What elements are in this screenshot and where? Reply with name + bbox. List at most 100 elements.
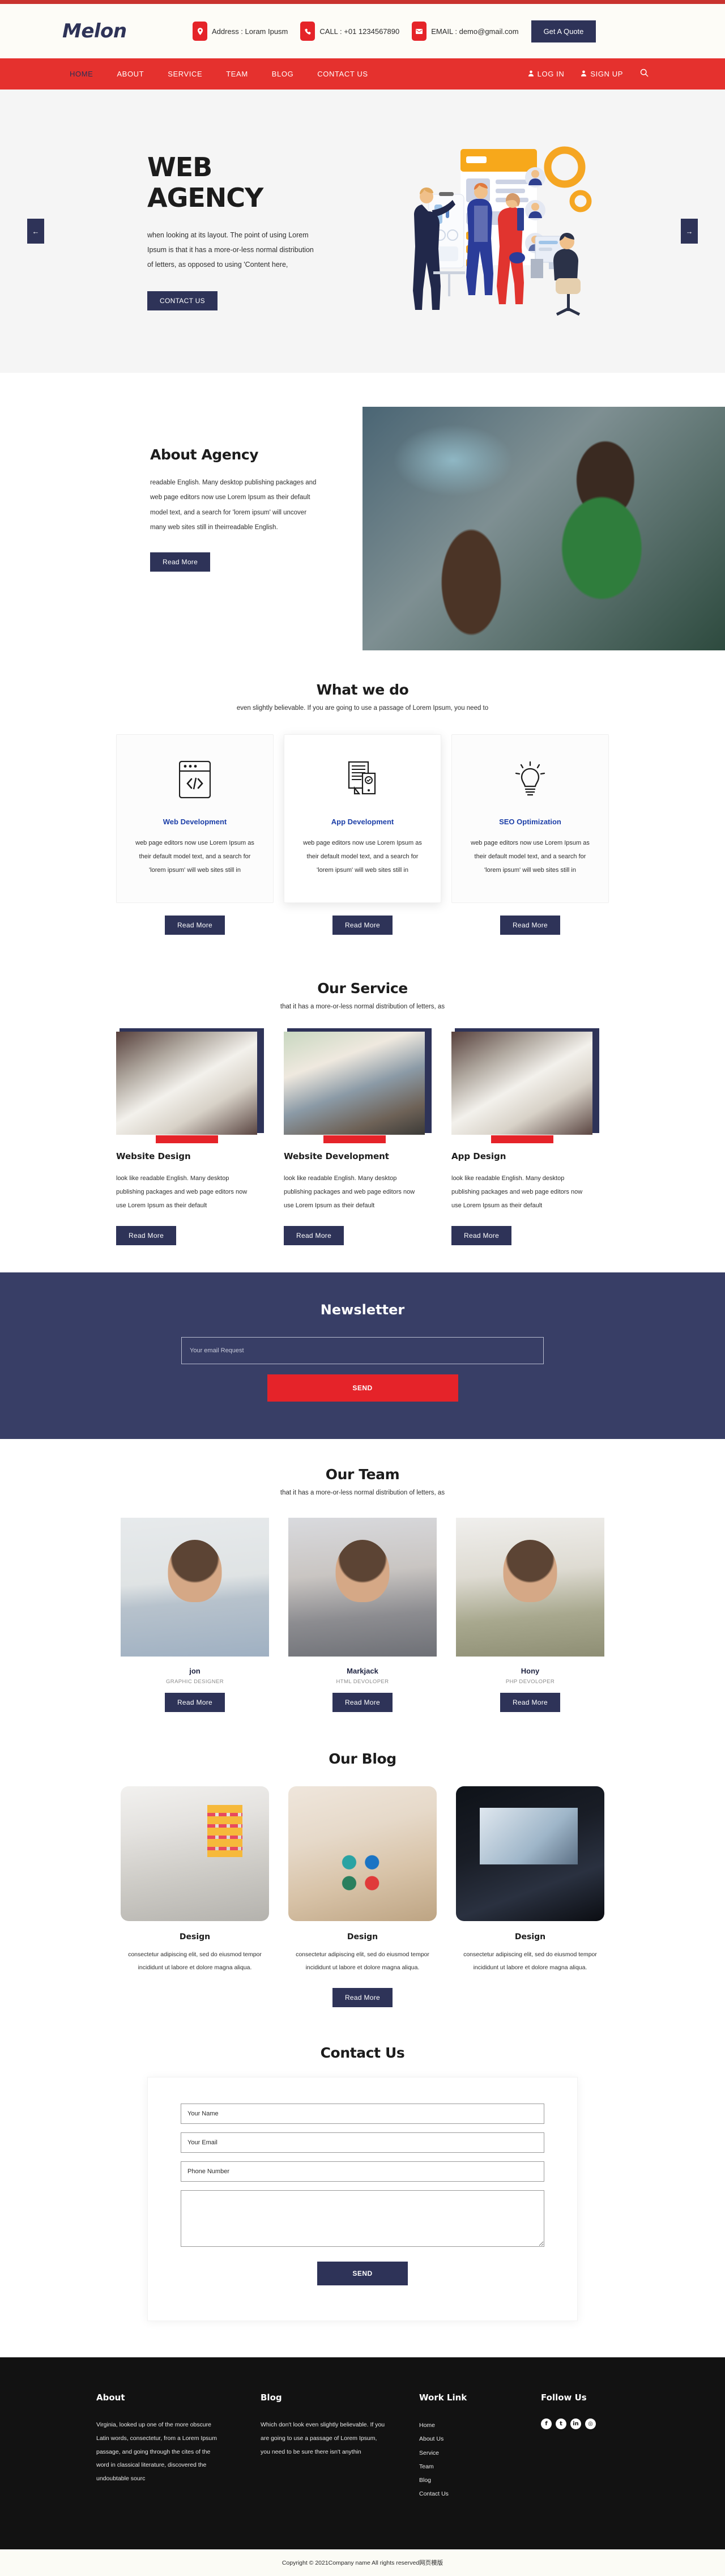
team-member-card[interactable]: Hony PHP DEVOLOPER	[451, 1518, 609, 1685]
team-member-card[interactable]: Markjack HTML DEVOLOPER	[284, 1518, 441, 1685]
blog-read-more-button[interactable]: Read More	[332, 1988, 393, 2008]
location-pin-icon	[193, 22, 207, 41]
team-read-more-button-3[interactable]: Read More	[500, 1693, 561, 1713]
footer-link-service[interactable]: Service	[419, 2446, 541, 2460]
service-item-website-development[interactable]: Website Development look like readable E…	[284, 1028, 441, 1246]
blog-post-image	[456, 1786, 604, 1922]
our-blog-section: Our Blog Design consectetur adipiscing e…	[0, 1731, 725, 2024]
service-card-web-development[interactable]: Web Development web page editors now use…	[116, 734, 274, 903]
service-card-description: web page editors now use Lorem Ipsum as …	[303, 840, 422, 874]
twitter-icon[interactable]: t	[556, 2419, 566, 2430]
service-card-seo-optimization[interactable]: SEO Optimization web page editors now us…	[451, 734, 609, 903]
nav-item-blog[interactable]: BLOG	[272, 70, 294, 78]
footer-about-text: Virginia, looked up one of the more obsc…	[96, 2421, 218, 2482]
contact-send-button[interactable]: SEND	[317, 2262, 408, 2286]
service-card-title: App Development	[331, 817, 394, 826]
service-accent-bar	[156, 1135, 218, 1143]
contact-address-text: Address : Loram Ipusm	[212, 27, 288, 36]
phone-icon	[300, 22, 315, 41]
about-title: About Agency	[150, 446, 259, 463]
blog-post-description: consectetur adipiscing elit, sed do eius…	[128, 1951, 262, 1972]
nav-links-group: HOME ABOUT SERVICE TEAM BLOG CONTACT US	[42, 70, 368, 78]
service-item-website-design[interactable]: Website Design look like readable Englis…	[116, 1028, 274, 1246]
contact-name-input[interactable]	[181, 2104, 544, 2124]
newsletter-section: Newsletter SEND	[0, 1272, 725, 1440]
signup-button[interactable]: SIGN UP	[581, 70, 623, 78]
wwd-read-more-button-1[interactable]: Read More	[164, 915, 225, 935]
service-item-description: look like readable English. Many desktop…	[284, 1174, 415, 1209]
copyright-text: Copyright © 2021Company name All rights …	[282, 2560, 420, 2567]
service-read-more-button-1[interactable]: Read More	[116, 1226, 177, 1246]
service-photo	[116, 1031, 257, 1135]
service-item-title: App Design	[451, 1151, 506, 1161]
service-accent-bar	[491, 1135, 553, 1143]
contact-message-textarea[interactable]	[181, 2190, 544, 2247]
footer-blog-column: Blog Which don't look even slightly beli…	[261, 2392, 419, 2501]
service-read-more-button-2[interactable]: Read More	[284, 1226, 344, 1246]
our-service-section: Our Service that it has a more-or-less n…	[0, 957, 725, 1273]
footer-link-home[interactable]: Home	[419, 2419, 541, 2432]
nav-item-home[interactable]: HOME	[70, 70, 93, 78]
hero-prev-arrow[interactable]: ←	[27, 219, 44, 244]
wwd-read-more-button-2[interactable]: Read More	[332, 915, 393, 935]
blog-post-card[interactable]: Design consectetur adipiscing elit, sed …	[284, 1786, 441, 1974]
copyright-link[interactable]: 网页模版	[419, 2560, 443, 2566]
nav-item-contact-us[interactable]: CONTACT US	[317, 70, 368, 78]
service-read-more-button-3[interactable]: Read More	[451, 1226, 512, 1246]
what-we-do-title: What we do	[316, 682, 409, 698]
footer-link-team[interactable]: Team	[419, 2460, 541, 2473]
linkedin-icon[interactable]: in	[570, 2419, 581, 2430]
contact-email-input[interactable]	[181, 2132, 544, 2153]
code-window-icon	[131, 756, 258, 803]
footer-link-contact-us[interactable]: Contact Us	[419, 2487, 541, 2501]
login-button[interactable]: LOG IN	[528, 70, 565, 78]
contact-item-phone[interactable]: CALL : +01 1234567890	[300, 22, 399, 41]
newsletter-email-input[interactable]	[181, 1337, 544, 1365]
nav-item-service[interactable]: SERVICE	[168, 70, 202, 78]
service-card-app-development[interactable]: App Development web page editors now use…	[284, 734, 441, 903]
team-member-photo	[456, 1518, 604, 1657]
about-section: About Agency readable English. Many desk…	[0, 373, 725, 650]
nav-item-about[interactable]: ABOUT	[117, 70, 144, 78]
facebook-icon[interactable]: f	[541, 2419, 552, 2430]
team-member-card[interactable]: jon GRAPHIC DESIGNER	[116, 1518, 274, 1685]
team-read-more-button-1[interactable]: Read More	[164, 1693, 225, 1713]
service-item-description: look like readable English. Many desktop…	[451, 1174, 583, 1209]
brand-logo[interactable]: Melon	[28, 20, 193, 42]
contact-phone-input[interactable]	[181, 2161, 544, 2182]
about-read-more-button[interactable]: Read More	[150, 552, 211, 572]
footer-blog-text: Which don't look even slightly believabl…	[261, 2421, 385, 2455]
newsletter-send-button[interactable]: SEND	[267, 1374, 458, 1402]
hero-contact-us-button[interactable]: CONTACT US	[147, 291, 218, 311]
main-navigation: HOME ABOUT SERVICE TEAM BLOG CONTACT US …	[0, 58, 725, 90]
team-member-role: GRAPHIC DESIGNER	[166, 1679, 224, 1685]
nav-item-team[interactable]: TEAM	[226, 70, 248, 78]
footer-link-about-us[interactable]: About Us	[419, 2432, 541, 2446]
blog-post-card[interactable]: Design consectetur adipiscing elit, sed …	[451, 1786, 609, 1974]
contact-email-text: EMAIL : demo@gmail.com	[431, 27, 519, 36]
team-read-more-button-2[interactable]: Read More	[332, 1693, 393, 1713]
instagram-icon[interactable]: ◎	[585, 2419, 596, 2430]
footer-link-blog[interactable]: Blog	[419, 2473, 541, 2487]
nav-account-group: LOG IN SIGN UP	[528, 69, 683, 79]
blog-post-image	[288, 1786, 437, 1922]
contact-item-address[interactable]: Address : Loram Ipusm	[193, 22, 288, 41]
search-icon[interactable]	[640, 69, 649, 79]
team-member-name: jon	[189, 1667, 201, 1676]
header-contact-group: Address : Loram Ipusm CALL : +01 1234567…	[193, 20, 697, 42]
hero-next-arrow[interactable]: →	[681, 219, 698, 244]
get-a-quote-button[interactable]: Get A Quote	[531, 20, 596, 42]
what-we-do-section: What we do even slightly believable. If …	[0, 650, 725, 957]
blog-post-description: consectetur adipiscing elit, sed do eius…	[463, 1951, 597, 1972]
blog-post-image	[121, 1786, 269, 1922]
wwd-read-more-button-3[interactable]: Read More	[500, 915, 561, 935]
contact-form-card: SEND	[147, 2077, 578, 2322]
contact-item-email[interactable]: EMAIL : demo@gmail.com	[412, 22, 519, 41]
top-accent-rule	[0, 0, 725, 4]
footer-follow-column: Follow Us f t in ◎	[541, 2392, 654, 2501]
service-card-description: web page editors now use Lorem Ipsum as …	[471, 840, 590, 874]
blog-post-card[interactable]: Design consectetur adipiscing elit, sed …	[116, 1786, 274, 1974]
service-item-app-design[interactable]: App Design look like readable English. M…	[451, 1028, 609, 1246]
about-description: readable English. Many desktop publishin…	[150, 479, 317, 531]
login-label: LOG IN	[537, 70, 565, 78]
